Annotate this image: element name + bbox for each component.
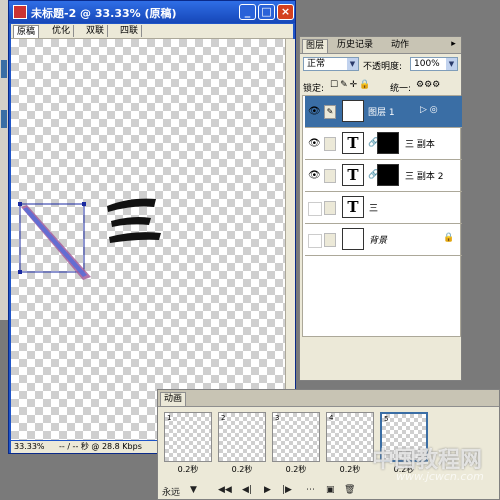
brush-stroke-middle [111,217,151,227]
previous-frame-icon[interactable]: ◀| [242,485,252,495]
frame-thumbnail: 3 [272,412,320,462]
close-button[interactable]: × [277,4,294,20]
lock-icon: 🔒 [443,233,455,243]
link-box[interactable] [324,137,336,151]
vertical-scrollbar[interactable] [285,39,295,440]
tab-actions[interactable]: 动作 [388,39,412,52]
text-layer-icon: T [342,196,364,218]
maximize-button[interactable]: □ [258,4,275,20]
layer-name[interactable]: 三 [369,201,378,214]
layer-row-layer1[interactable]: 👁 ✎ 图层 1 ▷ ◎ [305,96,462,128]
blend-mode-select[interactable]: 正常 ▼ [303,57,359,71]
transform-handle[interactable] [82,202,86,206]
link-box[interactable] [324,201,336,215]
tab-history[interactable]: 历史记录 [334,39,376,52]
first-frame-icon[interactable]: ◀◀ [218,485,232,495]
minimize-button[interactable]: _ [239,4,256,20]
frame-delay[interactable]: 0.2秒 [326,464,374,475]
canvas[interactable] [11,39,285,440]
unify-icons[interactable]: ⚙⚙⚙ [416,80,440,90]
text-layer-icon: T [342,164,364,186]
frame-delay[interactable]: 0.2秒 [272,464,320,475]
tab-optimized[interactable]: 优化 [49,25,75,37]
site-watermark-url: www.jcwcn.com [396,470,484,483]
link-box[interactable] [324,233,336,247]
brush-stroke-top [107,198,156,212]
layer-mask-thumbnail [377,164,399,186]
tab-original[interactable]: 原稿 [13,25,40,38]
delete-frame-icon[interactable]: 🗑 [344,485,355,495]
view-tabs: 原稿 优化 双联 四联 [11,24,293,39]
opacity-label: 不透明度: [363,62,403,72]
unify-label: 统一: [390,84,412,94]
tween-icon[interactable]: ⋯ [306,485,315,495]
layer-name[interactable]: 背景 [369,233,387,246]
layers-list: 👁 ✎ 图层 1 ▷ ◎ 👁 T 🔗 三 副本 👁 T 🔗 三 副本 2 T 三… [302,95,462,337]
loop-select[interactable]: 永远 [162,485,180,498]
animation-frame-1[interactable]: 1 0.2秒 [164,412,212,478]
document-window[interactable]: 未标题-2 @ 33.33% (原稿) _ □ × 原稿 优化 双联 四联 33… [8,0,296,454]
frame-thumbnail: 1 [164,412,212,462]
toolbar-fragment [1,60,7,78]
visibility-eye-icon[interactable]: 👁 [308,138,321,150]
hidden-eye-box[interactable] [308,202,322,216]
photoshop-doc-icon [13,5,27,19]
layer-row-san-copy-2[interactable]: 👁 T 🔗 三 副本 2 [305,160,462,192]
lock-icons[interactable]: ☐✎✛🔒 [330,80,372,90]
frame-delay[interactable]: 0.2秒 [218,464,266,475]
visibility-eye-icon[interactable]: 👁 [308,106,321,118]
layer-mask-thumbnail [377,132,399,154]
tab-4up[interactable]: 四联 [117,25,143,37]
layer-thumbnail [342,100,364,122]
transform-handle[interactable] [18,202,22,206]
layer-row-san-copy[interactable]: 👁 T 🔗 三 副本 [305,128,462,160]
layer-name[interactable]: 三 副本 2 [405,169,443,182]
tab-layers[interactable]: 图层 [302,39,329,53]
tab-animation[interactable]: 动画 [160,392,187,406]
layers-panel-tabs: 图层 历史记录 动作 ▸ [300,37,461,54]
document-title: 未标题-2 @ 33.33% (原稿) [31,7,177,20]
brush-stroke-bottom [109,232,161,243]
play-icon[interactable]: ▶ [264,485,271,495]
transform-handle[interactable] [18,270,22,274]
animation-frame-2[interactable]: 2 0.2秒 [218,412,266,478]
frame-delay[interactable]: 0.2秒 [164,464,212,475]
zoom-level[interactable]: 33.33% [14,441,45,453]
link-box[interactable] [324,169,336,183]
download-time-info[interactable]: -- / -- 秒 @ 28.8 Kbps [59,441,142,453]
layer-thumbnail [342,228,364,250]
brush-icon[interactable]: ✎ [324,105,336,119]
toolbar-fragment [1,110,7,128]
layer-row-san[interactable]: T 三 [305,192,462,224]
frame-unify-icons[interactable]: ▷ ◎ [420,105,438,115]
layer-name[interactable]: 三 副本 [405,137,435,150]
animation-tabbar: 动画 [158,390,499,407]
light-streak-core [23,207,87,277]
animation-controls: 永远 ▼ ◀◀ ◀| ▶ |▶ ⋯ ▣ 🗑 [158,483,499,499]
panel-menu-icon[interactable]: ▸ [449,40,458,49]
lock-label: 锁定: [303,84,325,94]
frame-thumbnail: 2 [218,412,266,462]
frame-thumbnail: 4 [326,412,374,462]
layer-name[interactable]: 图层 1 [368,105,395,118]
hidden-eye-box[interactable] [308,234,322,248]
loop-dropdown-icon[interactable]: ▼ [190,485,197,495]
text-layer-icon: T [342,132,364,154]
animation-frame-4[interactable]: 4 0.2秒 [326,412,374,478]
layers-panel: 图层 历史记录 动作 ▸ 正常 ▼ 不透明度: 100% ▼ 锁定: ☐✎✛🔒 统一… [299,36,462,381]
tab-2up[interactable]: 双联 [83,25,109,37]
animation-frame-3[interactable]: 3 0.2秒 [272,412,320,478]
canvas-artwork [18,198,161,280]
layer-row-background[interactable]: 背景 🔒 [305,224,462,256]
visibility-eye-icon[interactable]: 👁 [308,170,321,182]
document-titlebar[interactable]: 未标题-2 @ 33.33% (原稿) _ □ × [9,1,295,23]
duplicate-frame-icon[interactable]: ▣ [326,485,335,495]
next-frame-icon[interactable]: |▶ [282,485,292,495]
opacity-input[interactable]: 100% ▼ [410,57,458,71]
